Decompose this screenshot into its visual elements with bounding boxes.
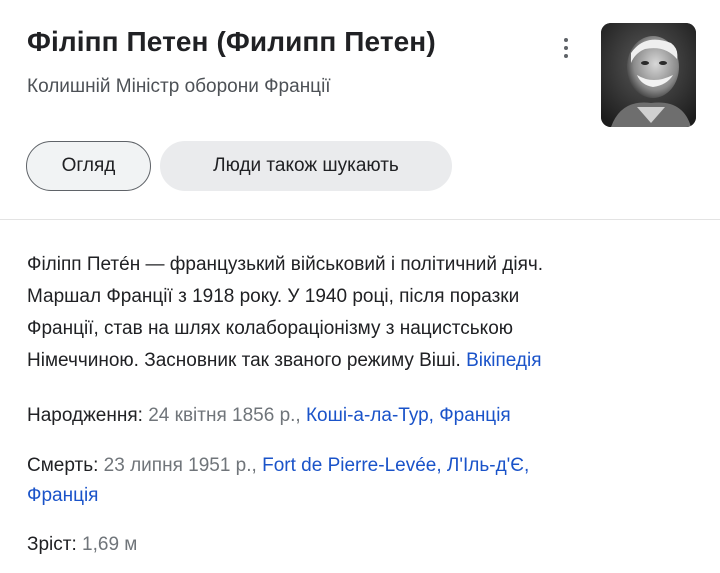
portrait-graphic [601, 23, 696, 127]
description-text: Німеччиною. Засновник так званого режиму… [27, 350, 461, 371]
tab-overview[interactable]: Огляд [26, 141, 151, 191]
more-vert-icon-dot [564, 54, 568, 58]
portrait-image[interactable] [601, 23, 696, 127]
description-line: Франції, став на шлях колабораціонізму з… [27, 318, 514, 339]
description-line: Маршал Франції з 1918 року. У 1940 році,… [27, 286, 520, 307]
description-line-last: Німеччиною. Засновник так званого режиму… [27, 345, 697, 377]
fact-death-place-link[interactable]: Fort de Pierre-Levée, Л'Іль-д'Є, [262, 455, 529, 476]
description: Філіпп Петéн — французький військовий і … [27, 249, 697, 377]
page-title: Філіпп Петен (Филипп Петен) [27, 26, 436, 57]
more-options-button[interactable] [552, 32, 580, 64]
divider [0, 219, 720, 220]
fact-death-place-link-cont[interactable]: Франція [27, 485, 98, 506]
fact-death-label: Смерть [27, 455, 94, 476]
more-vert-icon-dot [564, 46, 568, 50]
fact-born: Народження: 24 квітня 1856 р., Коші-а-ла… [27, 405, 511, 426]
fact-death: Смерть: 23 липня 1951 р., Fort de Pierre… [27, 455, 530, 476]
fact-height-label: Зріст [27, 534, 72, 555]
fact-born-label: Народження [27, 405, 138, 426]
fact-born-place-link[interactable]: Коші-а-ла-Тур, Франція [306, 405, 511, 426]
page-subtitle: Колишній Міністр оборони Франції [27, 76, 331, 97]
tab-people-also-search[interactable]: Люди також шукають [160, 141, 452, 191]
fact-death-continued: Франція [27, 481, 98, 511]
wikipedia-link[interactable]: Вікіпедія [466, 350, 541, 371]
more-vert-icon [564, 38, 568, 42]
fact-height-value: 1,69 м [82, 534, 138, 555]
fact-height: Зріст: 1,69 м [27, 534, 138, 555]
fact-death-value: 23 липня 1951 р., [103, 455, 257, 476]
description-line: Філіпп Петéн — французький військовий і … [27, 254, 544, 275]
fact-born-value: 24 квітня 1856 р., [148, 405, 301, 426]
